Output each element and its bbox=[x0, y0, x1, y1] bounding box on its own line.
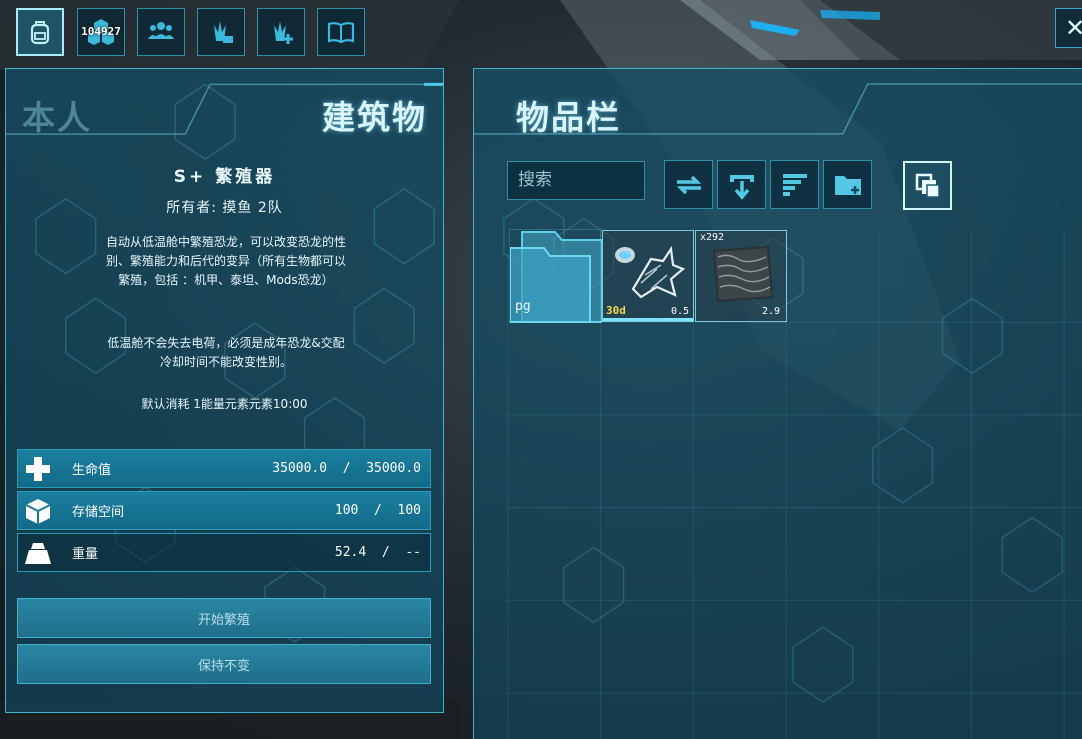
stack-icon bbox=[915, 173, 940, 198]
structure-owner: 所有者: 摸鱼 2队 bbox=[166, 200, 283, 216]
stat-value: 100 / 100 bbox=[334, 503, 421, 518]
weight-icon bbox=[18, 534, 58, 571]
stat-label: 生命值 bbox=[72, 463, 112, 478]
tab-self[interactable]: 本人 bbox=[22, 91, 92, 139]
start-breeding-button[interactable]: 开始繁殖 bbox=[17, 598, 431, 638]
chitin-icon bbox=[712, 245, 774, 303]
item-weight: 0.5 bbox=[670, 306, 689, 317]
structure-note: 低温舱不会失去电荷，必须是成年恐龙&交配冷却时间不能改变性别。 bbox=[107, 336, 345, 369]
engram-button[interactable] bbox=[257, 8, 305, 56]
cryopod-icon bbox=[615, 245, 686, 299]
sort-button[interactable] bbox=[770, 160, 819, 209]
search-input[interactable]: 搜索 bbox=[507, 161, 645, 200]
transfer-arrows-icon bbox=[676, 175, 701, 194]
folder-label: pg bbox=[515, 299, 531, 314]
tribe-button[interactable] bbox=[137, 8, 185, 56]
plant-folder-icon bbox=[214, 21, 233, 43]
book-icon bbox=[327, 22, 355, 44]
stack-button[interactable] bbox=[903, 161, 952, 210]
sort-bars-icon bbox=[782, 173, 807, 196]
cryopod-item[interactable]: 30d 0.5 bbox=[602, 230, 694, 322]
inventory-button[interactable] bbox=[16, 8, 64, 56]
structure-name: S+ 繁殖器 bbox=[173, 167, 276, 187]
plus-icon bbox=[18, 450, 58, 487]
stat-value: 52.4 / -- bbox=[334, 545, 421, 560]
new-folder-button[interactable] bbox=[823, 160, 872, 209]
tab-structure[interactable]: 建筑物 bbox=[322, 91, 427, 139]
item-weight: 2.9 bbox=[761, 306, 780, 317]
notes-button[interactable] bbox=[317, 8, 365, 56]
close-button[interactable]: ✕ bbox=[1055, 8, 1082, 48]
stat-label: 重量 bbox=[72, 547, 99, 562]
box-icon bbox=[18, 492, 58, 529]
stat-label: 存储空间 bbox=[72, 505, 125, 520]
level-button[interactable]: 104927 bbox=[77, 8, 125, 56]
inventory-panel: 物品栏 搜索 pg 30d 0.5 x292 2.9 bbox=[473, 68, 1082, 739]
backpack-icon bbox=[30, 21, 50, 45]
inventory-title: 物品栏 bbox=[516, 98, 621, 137]
item-timer: 30d bbox=[606, 304, 626, 317]
level-number: 104927 bbox=[81, 25, 121, 38]
drop-icon bbox=[729, 174, 754, 200]
stat-health: 生命值 35000.0 / 35000.0 bbox=[17, 449, 431, 488]
consumption-info: 默认消耗 1能量元素元素10:00 bbox=[141, 397, 308, 411]
group-icon bbox=[148, 22, 174, 39]
folder-plus-icon bbox=[834, 175, 861, 195]
stat-value: 35000.0 / 35000.0 bbox=[272, 461, 421, 476]
structure-description: 自动从低温舱中繁殖恐龙，可以改变恐龙的性别、繁殖能力和后代的变异（所有生物都可以… bbox=[106, 235, 347, 287]
tames-button[interactable] bbox=[197, 8, 245, 56]
durability-bar bbox=[603, 318, 693, 321]
resource-item[interactable]: x292 2.9 bbox=[695, 230, 787, 322]
stat-weight: 重量 52.4 / -- bbox=[17, 533, 431, 572]
keep-unchanged-button[interactable]: 保持不变 bbox=[17, 644, 431, 684]
item-quantity: x292 bbox=[700, 232, 725, 243]
transfer-button[interactable] bbox=[664, 160, 713, 209]
drop-button[interactable] bbox=[717, 160, 766, 209]
stat-storage: 存储空间 100 / 100 bbox=[17, 491, 431, 530]
structure-panel: 本人 建筑物 S+ 繁殖器 所有者: 摸鱼 2队 自动从低温舱中繁殖恐龙，可以改… bbox=[5, 68, 444, 713]
plant-plus-icon bbox=[274, 21, 293, 44]
